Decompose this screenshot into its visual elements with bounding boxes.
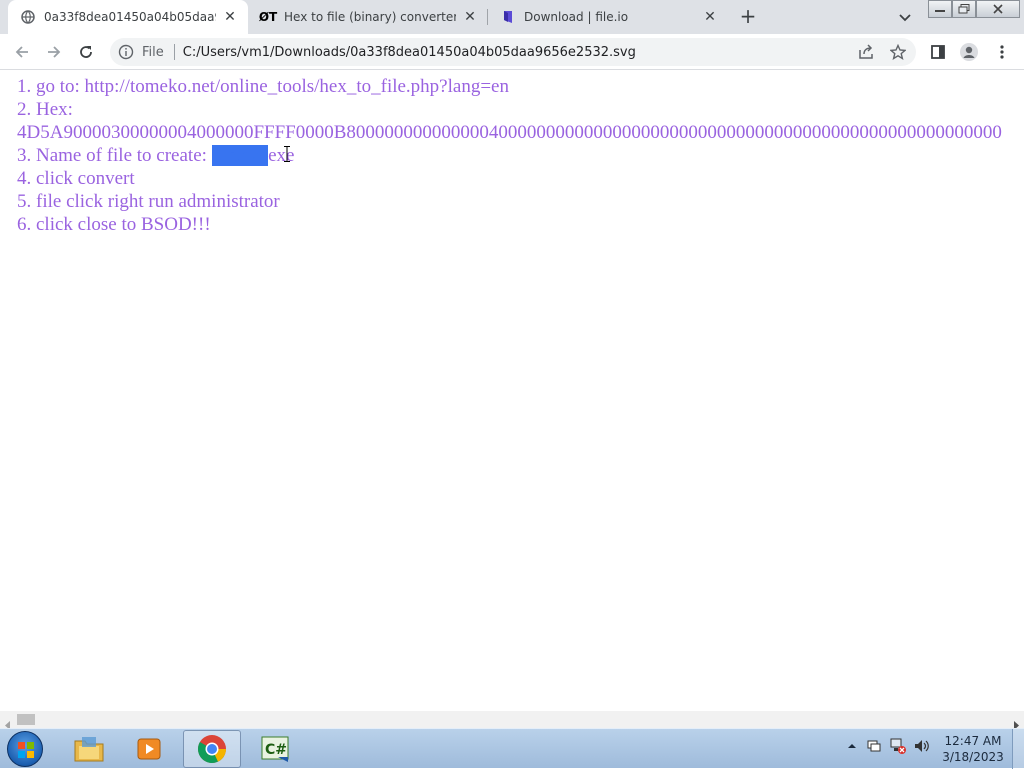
- show-hidden-icons-icon[interactable]: [843, 737, 861, 755]
- info-icon[interactable]: [118, 44, 134, 60]
- page-content: 1. go to: http://tomeko.net/online_tools…: [0, 71, 1024, 711]
- hex-string-line: 4D5A90000300000004000000FFFF0000B8000000…: [17, 122, 1002, 143]
- minimize-button[interactable]: [928, 0, 952, 18]
- windows-taskbar: C# 12:47 AM 3/18/2023: [0, 728, 1024, 769]
- chevron-down-icon[interactable]: [896, 8, 914, 26]
- filename-prefix: 3. Name of file to create:: [17, 145, 212, 166]
- instruction-line-5: 5. file click right run administrator: [17, 191, 280, 212]
- close-window-button[interactable]: [976, 0, 1020, 18]
- scroll-left-arrow-icon[interactable]: [4, 715, 12, 730]
- tab-svg-file[interactable]: 0a33f8dea01450a04b05daa9656e2532.svg ✕: [8, 0, 248, 34]
- share-icon[interactable]: [856, 42, 876, 62]
- close-tab-icon[interactable]: ✕: [702, 9, 718, 25]
- clock-time: 12:47 AM: [944, 734, 1002, 748]
- url-text[interactable]: C:/Users/vm1/Downloads/0a33f8dea01450a04…: [183, 45, 636, 60]
- fileio-icon: [500, 9, 516, 25]
- network-error-icon[interactable]: [889, 737, 907, 755]
- globe-icon: [20, 9, 36, 25]
- system-clock[interactable]: 12:47 AM 3/18/2023: [940, 733, 1006, 765]
- scrollbar-thumb[interactable]: [17, 714, 35, 725]
- tab-title: Download | file.io: [524, 10, 629, 24]
- selected-filename[interactable]: file.exe: [211, 145, 269, 166]
- tab-strip: 0a33f8dea01450a04b05daa9656e2532.svg ✕ Ø…: [0, 0, 1024, 34]
- chrome-taskbar-icon[interactable]: [183, 730, 241, 768]
- filename-extension: exe: [268, 145, 295, 166]
- new-tab-button[interactable]: +: [737, 6, 759, 28]
- text-cursor-icon: [284, 146, 290, 162]
- restore-button[interactable]: [952, 0, 976, 18]
- instruction-line-2: 2. Hex:: [17, 99, 73, 120]
- address-bar[interactable]: File C:/Users/vm1/Downloads/0a33f8dea014…: [110, 38, 916, 66]
- instruction-line-1: 1. go to: http://tomeko.net/online_tools…: [17, 76, 509, 97]
- volume-icon[interactable]: [913, 737, 931, 755]
- instructions-text: 1. go to: http://tomeko.net/online_tools…: [17, 75, 1002, 236]
- ot-site-icon: ØT: [258, 10, 278, 24]
- browser-toolbar: File C:/Users/vm1/Downloads/0a33f8dea014…: [0, 34, 1024, 70]
- file-explorer-taskbar-icon[interactable]: [60, 730, 118, 768]
- action-center-flag-icon[interactable]: [865, 737, 883, 755]
- svg-text:C#: C#: [265, 742, 287, 758]
- omnibox-divider: [173, 44, 175, 60]
- kebab-menu-icon[interactable]: [992, 42, 1012, 62]
- side-panel-icon[interactable]: [928, 42, 948, 62]
- instruction-line-4: 4. click convert: [17, 168, 135, 189]
- horizontal-scrollbar[interactable]: [0, 711, 1024, 730]
- instruction-line-3: 3. Name of file to create: file.exeexe: [17, 144, 1002, 167]
- profile-avatar-icon[interactable]: [959, 42, 979, 62]
- url-scheme-label: File: [142, 44, 164, 60]
- forward-arrow-icon[interactable]: [44, 42, 64, 62]
- reload-icon[interactable]: [76, 42, 96, 62]
- close-tab-icon[interactable]: ✕: [462, 9, 478, 25]
- bookmark-star-icon[interactable]: [888, 42, 908, 62]
- start-button[interactable]: [7, 731, 43, 767]
- instruction-line-6: 6. click close to BSOD!!!: [17, 214, 211, 235]
- back-arrow-icon[interactable]: [12, 42, 32, 62]
- close-tab-icon[interactable]: ✕: [222, 9, 238, 25]
- show-desktop-button[interactable]: [1012, 729, 1024, 769]
- csharp-taskbar-icon[interactable]: C#: [246, 730, 304, 768]
- media-player-taskbar-icon[interactable]: [120, 730, 178, 768]
- tab-fileio[interactable]: Download | file.io ✕: [488, 0, 728, 34]
- tab-title: 0a33f8dea01450a04b05daa9656e2532.svg: [44, 10, 216, 24]
- tab-hex-converter[interactable]: ØT Hex to file (binary) converter ✕: [248, 0, 488, 34]
- clock-date: 3/18/2023: [942, 750, 1004, 764]
- tab-title: Hex to file (binary) converter: [284, 10, 456, 24]
- scroll-right-arrow-icon[interactable]: [1012, 715, 1020, 730]
